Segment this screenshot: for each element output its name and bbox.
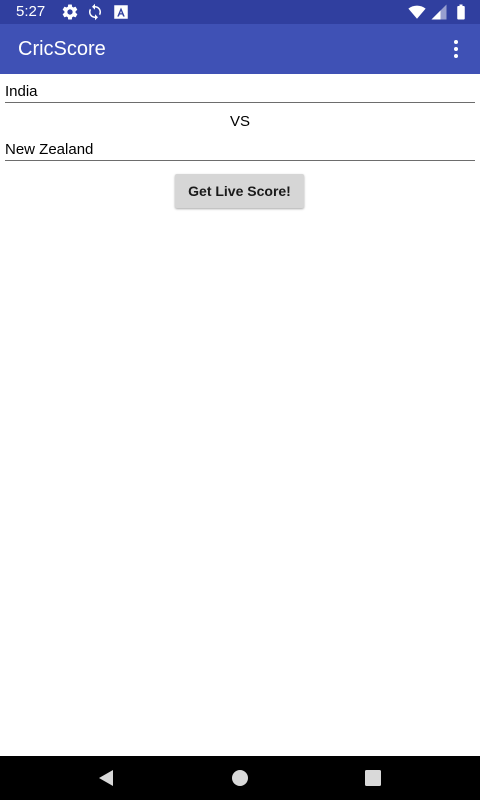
- recents-icon[interactable]: [363, 768, 383, 788]
- app-bar: CricScore: [0, 24, 480, 74]
- nav-bar: [0, 756, 480, 800]
- vs-label: VS: [229, 113, 250, 130]
- status-bar: 5:27: [0, 0, 480, 24]
- wifi-icon: [408, 5, 426, 19]
- battery-icon: [457, 4, 465, 20]
- screen: 5:27 CricScore India VS New Zealand Get …: [0, 0, 480, 800]
- home-icon[interactable]: [230, 768, 250, 788]
- app-title: CricScore: [18, 38, 106, 60]
- more-vert-icon[interactable]: [444, 37, 468, 61]
- team1-field[interactable]: India: [5, 75, 475, 103]
- team2-field[interactable]: New Zealand: [5, 133, 475, 161]
- team1-value: India: [5, 83, 38, 100]
- back-icon[interactable]: [96, 768, 116, 788]
- notification-icon: [114, 5, 128, 19]
- status-time: 5:27: [16, 3, 46, 20]
- sync-icon: [89, 3, 101, 21]
- get-live-score-button[interactable]: Get Live Score!: [175, 174, 304, 208]
- team2-value: New Zealand: [5, 141, 94, 158]
- settings-icon: [62, 4, 78, 20]
- signal-icon: [431, 4, 447, 20]
